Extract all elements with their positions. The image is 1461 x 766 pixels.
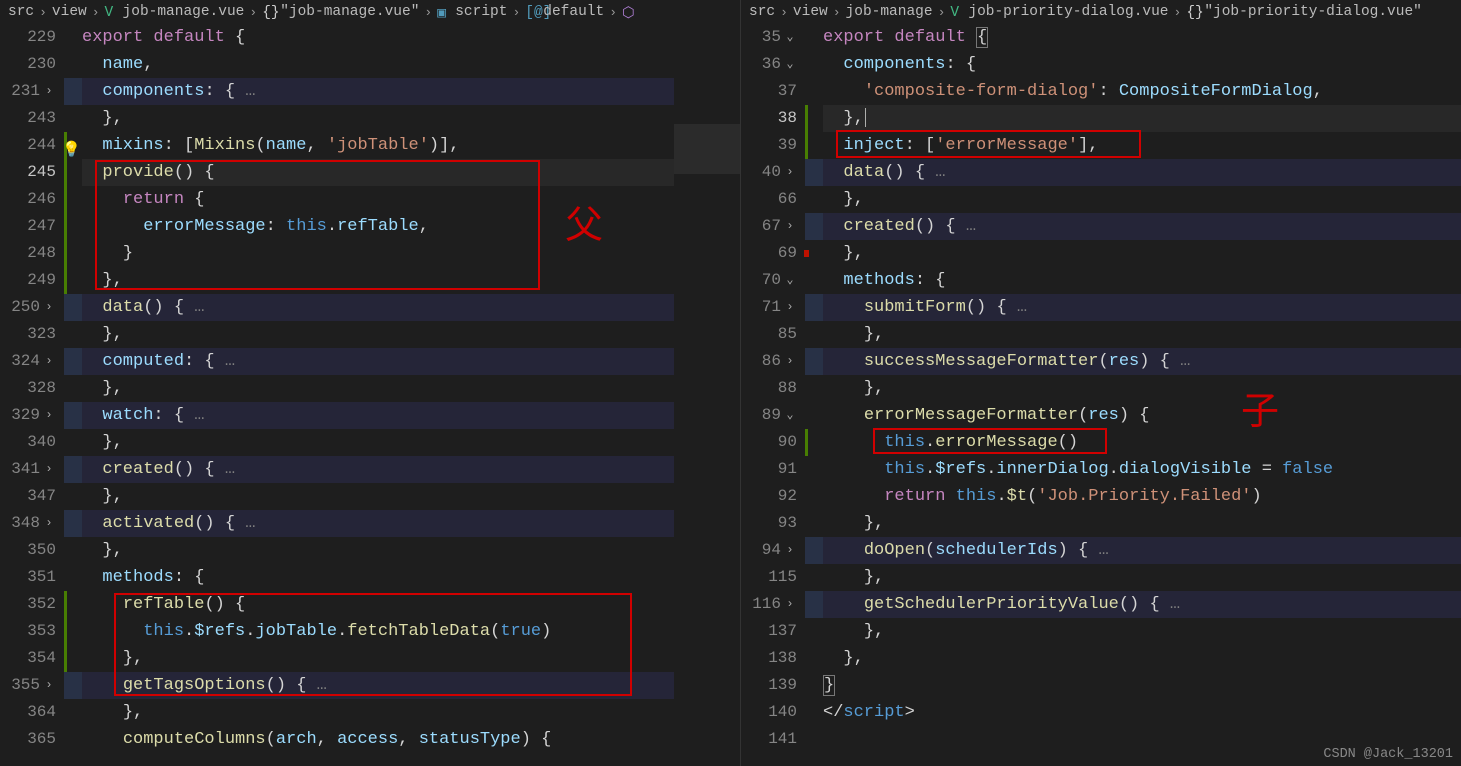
fold-icon[interactable]: › (42, 348, 56, 375)
fold-icon[interactable]: ⌄ (783, 51, 797, 78)
error-marker-icon (804, 250, 809, 257)
editor-body-right[interactable]: 35⌄ 36⌄ 37 38 39 40› 66 67› 69 70⌄ 71› 8… (741, 24, 1461, 766)
line-number-gutter[interactable]: 229 230 231› 243 244 245 246 247 248 249… (0, 24, 64, 766)
fold-icon[interactable]: › (42, 456, 56, 483)
braces-icon: {} (262, 5, 276, 19)
fold-icon[interactable]: › (42, 78, 56, 105)
watermark-text: CSDN @Jack_13201 (1323, 747, 1453, 762)
chevron-right-icon: › (833, 5, 841, 20)
fold-icon[interactable]: › (783, 159, 797, 186)
fold-icon[interactable]: ⌄ (783, 267, 797, 294)
fold-icon[interactable]: › (42, 402, 56, 429)
fold-icon[interactable]: › (783, 591, 797, 618)
crumb-item[interactable]: job-manage (846, 4, 933, 20)
crumb-item[interactable]: view (793, 4, 828, 20)
code-area-left[interactable]: export default { name, components: { … }… (64, 24, 674, 766)
chevron-right-icon: › (249, 5, 257, 20)
breadcrumbs-right[interactable]: src › view › job-manage › V job-priority… (741, 0, 1461, 24)
chevron-right-icon: › (92, 5, 100, 20)
editor-pane-left: src › view › V job-manage.vue › {} "job-… (0, 0, 740, 766)
lightbulb-icon[interactable]: 💡 (62, 137, 81, 164)
fold-icon[interactable]: › (42, 672, 56, 699)
annotation-text: 父 (565, 194, 603, 249)
crumb-item[interactable]: ▣ script (437, 4, 507, 20)
annotation-text: 子 (1241, 380, 1279, 435)
crumb-item[interactable]: {} "job-manage.vue" (262, 4, 419, 20)
editor-pane-right: src › view › job-manage › V job-priority… (741, 0, 1461, 766)
chevron-right-icon: › (424, 5, 432, 20)
crumb-item[interactable]: [@] default (525, 4, 604, 20)
crumb-item[interactable]: view (52, 4, 87, 20)
chevron-right-icon: › (512, 5, 520, 20)
crumb-item[interactable]: src (749, 4, 775, 20)
fold-icon[interactable]: › (783, 213, 797, 240)
chevron-right-icon: › (938, 5, 946, 20)
editor-body-left[interactable]: 229 230 231› 243 244 245 246 247 248 249… (0, 24, 740, 766)
crumb-item[interactable]: ⬡ (622, 5, 636, 19)
fold-icon[interactable]: › (783, 294, 797, 321)
chevron-right-icon: › (39, 5, 47, 20)
fold-icon[interactable]: › (42, 294, 56, 321)
line-number-gutter[interactable]: 35⌄ 36⌄ 37 38 39 40› 66 67› 69 70⌄ 71› 8… (741, 24, 805, 766)
chevron-right-icon: › (1174, 5, 1182, 20)
crumb-item[interactable]: {} "job-priority-dialog.vue" (1186, 4, 1422, 20)
variable-icon: [@] (525, 5, 539, 19)
breadcrumbs-left[interactable]: src › view › V job-manage.vue › {} "job-… (0, 0, 740, 24)
crumb-item[interactable]: V job-priority-dialog.vue (950, 4, 1168, 20)
crumb-item[interactable]: V job-manage.vue (105, 4, 245, 20)
braces-icon: {} (1186, 5, 1200, 19)
fold-icon[interactable]: › (42, 510, 56, 537)
fold-icon[interactable]: › (783, 348, 797, 375)
minimap[interactable] (674, 24, 740, 766)
code-area-right[interactable]: export default { components: { 'composit… (805, 24, 1461, 766)
module-icon: ▣ (437, 5, 451, 19)
chevron-right-icon: › (780, 5, 788, 20)
chevron-right-icon: › (609, 5, 617, 20)
cube-icon: ⬡ (622, 5, 636, 19)
fold-icon[interactable]: ⌄ (783, 402, 797, 429)
fold-icon[interactable]: ⌄ (783, 24, 797, 51)
vue-icon: V (950, 5, 964, 19)
vue-icon: V (105, 5, 119, 19)
fold-icon[interactable]: › (783, 537, 797, 564)
crumb-item[interactable]: src (8, 4, 34, 20)
